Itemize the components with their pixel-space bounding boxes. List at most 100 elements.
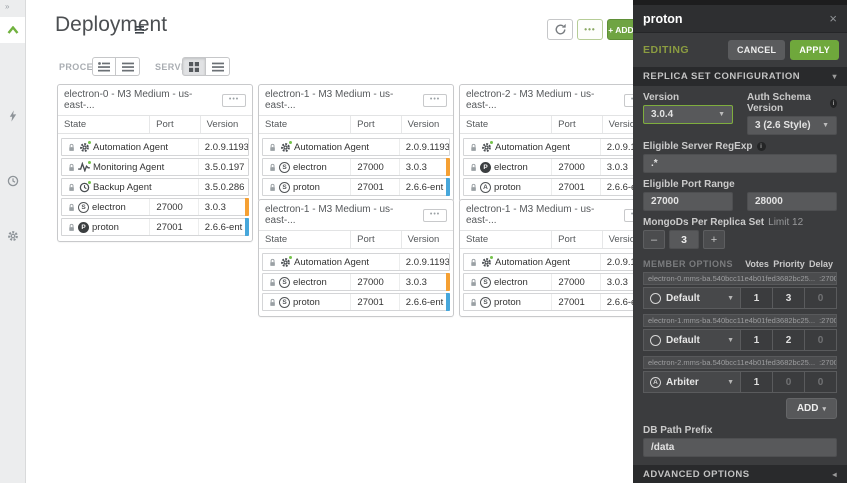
votes-input[interactable]: 1 (741, 287, 773, 309)
add-member-label: ADD (797, 403, 819, 414)
db-path-prefix-label: DB Path Prefix (643, 425, 837, 436)
process-row[interactable]: P electron 27000 3.0.3 (463, 158, 651, 176)
replica-set-configuration-section-header[interactable]: REPLICA SET CONFIGURATION ▾ (633, 67, 847, 86)
advanced-options-section-header[interactable]: ADVANCED OPTIONS ◂ (633, 465, 847, 483)
servers-grid-view-button[interactable] (182, 57, 206, 76)
port-range-min-input[interactable]: 27000 (643, 192, 733, 211)
process-version: 2.6.6-ent (198, 219, 248, 235)
more-options-button[interactable]: ••• (577, 19, 603, 40)
sidebar-item-history[interactable] (0, 168, 25, 194)
close-icon[interactable]: × (829, 11, 837, 26)
grid-icon (189, 62, 199, 72)
process-row[interactable]: Automation Agent 2.0.9.1193 (463, 253, 651, 271)
process-row[interactable]: S electron 27000 3.0.3 (262, 158, 450, 176)
process-version: 2.6.6-ent (399, 294, 449, 310)
member-type-select[interactable]: Default ▼ (643, 287, 741, 309)
default-member-icon (650, 335, 661, 346)
db-path-prefix-input[interactable]: /data (643, 438, 837, 457)
sidebar-collapse-icon[interactable]: » (5, 2, 8, 11)
status-dot (489, 140, 494, 145)
add-member-button[interactable]: ADD ▾ (786, 398, 837, 419)
lock-icon (470, 183, 477, 192)
member-type-select[interactable]: A Arbiter ▼ (643, 371, 741, 393)
votes-input[interactable]: 1 (741, 371, 773, 393)
lock-icon (68, 223, 75, 232)
process-name: proton (494, 182, 521, 193)
process-row[interactable]: Automation Agent 2.0.9.1193 (61, 138, 249, 156)
version-label: Version (643, 92, 733, 103)
delay-input[interactable]: 0 (805, 287, 837, 309)
process-row[interactable]: S electron 27000 3.0.3 (61, 198, 249, 216)
processes-topology-view-button[interactable] (92, 57, 116, 76)
card-menu-button[interactable]: ••• (222, 94, 246, 107)
cancel-button[interactable]: CANCEL (728, 40, 785, 60)
version-select[interactable]: 3.0.4 ▼ (643, 105, 733, 124)
topology-list-icon (98, 62, 110, 72)
chevron-down-icon: ▼ (727, 379, 734, 386)
auth-schema-select[interactable]: 3 (2.6 Style) ▼ (747, 116, 837, 135)
votes-input[interactable]: 1 (741, 329, 773, 351)
increment-button[interactable]: + (703, 230, 725, 249)
process-row[interactable]: S proton 27001 2.6.6-ent (262, 178, 450, 196)
eligible-server-regexp-input[interactable]: .* (643, 154, 837, 173)
col-state: State (259, 231, 350, 248)
delay-input[interactable]: 0 (805, 329, 837, 351)
process-row[interactable]: Monitoring Agent 3.5.0.197 (61, 158, 249, 176)
gear-icon (7, 230, 19, 242)
process-row[interactable]: S electron 27000 3.0.3 (262, 273, 450, 291)
delay-input[interactable]: 0 (805, 371, 837, 393)
server-card-title: electron-1 - M3 Medium - us-east-... (265, 89, 423, 111)
process-version: 3.0.3 (399, 274, 449, 290)
version-status-bar (446, 293, 450, 311)
lock-icon (68, 183, 75, 192)
apply-button[interactable]: APPLY (790, 40, 839, 60)
process-row[interactable]: Automation Agent 2.0.9.1193 (262, 253, 450, 271)
automation-agent-icon (480, 256, 492, 268)
card-menu-button[interactable]: ••• (423, 94, 447, 107)
process-row[interactable]: S proton 27001 2.6.6-ent (262, 293, 450, 311)
process-port: 27001 (149, 219, 197, 235)
refresh-button[interactable] (547, 19, 573, 40)
process-row[interactable]: Automation Agent 2.0.9.1193 (262, 138, 450, 156)
priority-input[interactable]: 0 (773, 371, 805, 393)
process-port: 27001 (551, 179, 599, 195)
process-row[interactable]: A proton 27001 2.6.6-ent (463, 178, 651, 196)
deployment-chevron-icon (7, 26, 19, 34)
info-icon[interactable]: i (830, 99, 837, 108)
list-icon (122, 62, 134, 72)
member-type-select[interactable]: Default ▼ (643, 329, 741, 351)
info-icon[interactable]: i (757, 142, 766, 151)
process-row[interactable]: Automation Agent 2.0.9.1193 (463, 138, 651, 156)
process-version: 2.0.9.1193 (198, 139, 248, 155)
processes-list-view-button[interactable] (116, 57, 140, 76)
lock-icon (470, 298, 477, 307)
process-version: 2.6.6-ent (399, 179, 449, 195)
priority-input[interactable]: 2 (773, 329, 805, 351)
editing-status-label: EDITING (643, 44, 728, 56)
process-row[interactable]: S electron 27000 3.0.3 (463, 273, 651, 291)
process-row[interactable]: S proton 27001 2.6.6-ent (463, 293, 651, 311)
member-row-electron-0: electron-0.mms-ba.540bcc11e4b01fed3682bc… (643, 272, 837, 309)
servers-list-view-button[interactable] (206, 57, 230, 76)
process-row[interactable]: P proton 27001 2.6.6-ent (61, 218, 249, 236)
process-name: Automation Agent (495, 257, 570, 268)
col-port: Port (350, 116, 400, 133)
card-table-header: State Port Version (259, 230, 453, 249)
port-range-max-input[interactable]: 28000 (747, 192, 837, 211)
delay-column-header: Delay (805, 259, 837, 269)
deployment-main: Deployment PROCESSES SERVERS ••• + ADD ▾… (26, 0, 633, 483)
mongods-limit-label: Limit 12 (768, 217, 803, 228)
priority-input[interactable]: 3 (773, 287, 805, 309)
processes-view-toggle (92, 57, 140, 76)
lock-icon (68, 163, 75, 172)
mongods-value[interactable]: 3 (669, 230, 699, 249)
card-table-header: State Port Version (460, 230, 654, 249)
col-state: State (58, 116, 149, 133)
sidebar-item-settings[interactable] (0, 223, 25, 249)
sidebar-item-activity[interactable] (0, 103, 25, 129)
process-row[interactable]: Backup Agent 3.5.0.286 (61, 178, 249, 196)
sidebar-item-deployment[interactable] (0, 17, 25, 43)
card-menu-button[interactable]: ••• (423, 209, 447, 222)
secondary-member-icon: S (279, 297, 290, 308)
decrement-button[interactable]: – (643, 230, 665, 249)
